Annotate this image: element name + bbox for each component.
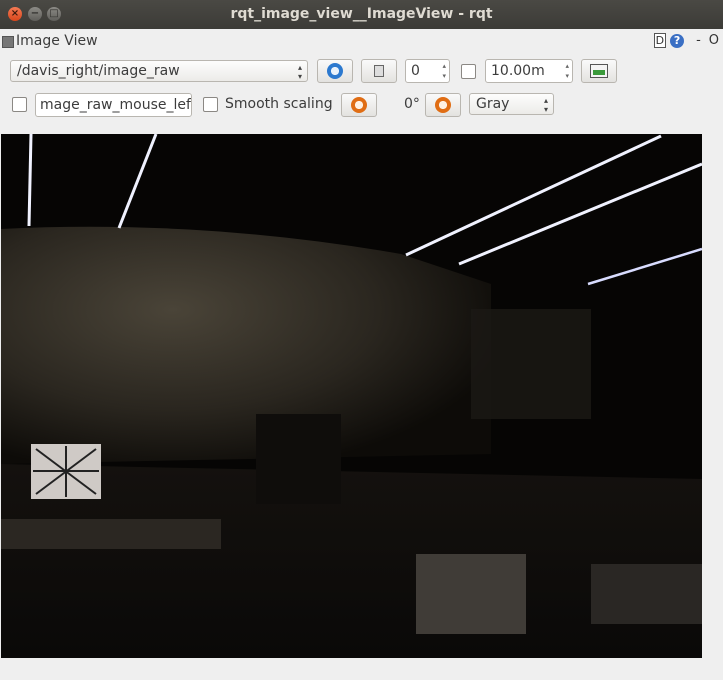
help-icon[interactable]: ? [670,33,685,48]
colormap-select-value: Gray [476,96,510,112]
chevron-updown-icon: ▴ ▾ [297,63,302,81]
refresh-icon [327,63,343,79]
window-titlebar: × − □ rqt_image_view__ImageView - rqt [0,0,723,29]
window-title: rqt_image_view__ImageView - rqt [230,6,493,22]
dynamic-range-checkbox[interactable] [461,64,476,79]
dock-controls: D ? - O [653,33,719,48]
rotation-label: 0° [404,96,420,112]
rotate-left-icon [351,97,367,113]
zoom-icon [374,65,384,77]
mouse-topic-input[interactable]: mage_raw_mouse_left [35,93,192,117]
save-image-button[interactable] [581,59,617,83]
publish-mouse-checkbox[interactable] [12,97,27,112]
smooth-scaling-label: Smooth scaling [225,96,333,112]
max-range-value: 10.00m [491,63,545,79]
num-gridlines-spinbox[interactable]: 0 ▴ ▾ [405,59,450,83]
rotate-left-button[interactable] [341,93,377,117]
dock-close-button[interactable]: O [709,33,719,48]
camera-image-view[interactable] [1,134,702,658]
topic-select-value: /davis_right/image_raw [17,63,180,79]
rotate-right-icon [435,97,451,113]
num-gridlines-value: 0 [411,63,420,79]
rotate-right-button[interactable] [425,93,461,117]
dock-title: Image View [16,33,98,49]
spin-arrows-icon[interactable]: ▴ ▾ [565,61,569,81]
refresh-topics-button[interactable] [317,59,353,83]
zoom-fit-button[interactable] [361,59,397,83]
dock-header: Image View D ? - O [0,30,723,54]
smooth-scaling-checkbox[interactable] [203,97,218,112]
spin-arrows-icon[interactable]: ▴ ▾ [442,61,446,81]
save-image-icon [590,64,608,78]
dock-d-button[interactable]: D [653,33,667,48]
dock-minimize-button[interactable]: - [696,33,701,48]
chevron-updown-icon: ▴ ▾ [543,96,548,114]
camera-image-scene [1,134,702,658]
dock-float-icon[interactable] [2,36,14,48]
max-range-spinbox[interactable]: 10.00m ▴ ▾ [485,59,573,83]
topic-select[interactable]: /davis_right/image_raw ▴ ▾ [10,60,308,82]
colormap-select[interactable]: Gray ▴ ▾ [469,93,554,115]
